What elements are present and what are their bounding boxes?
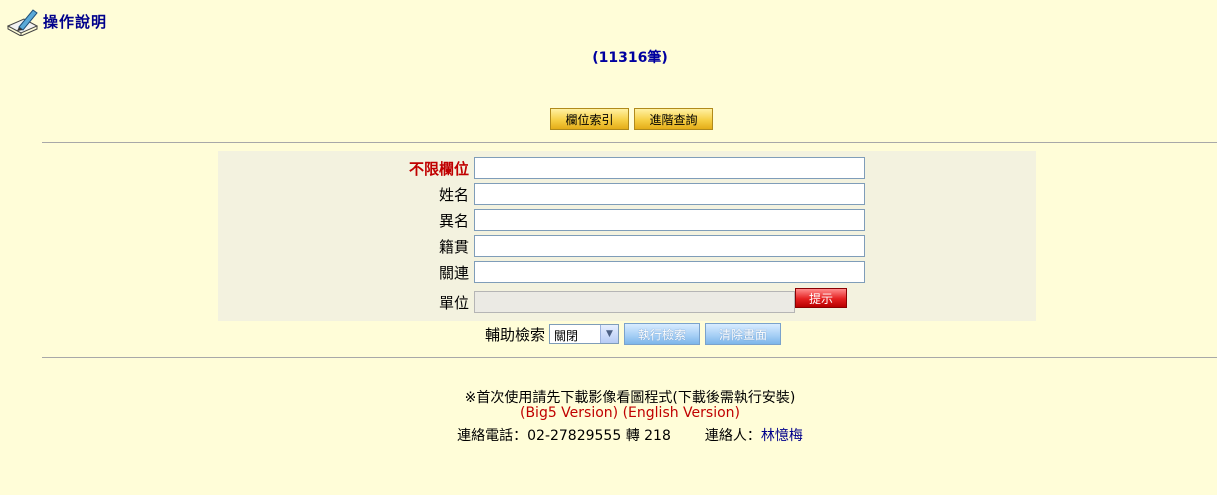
phone-value: 02-27829555 轉 218 [527, 428, 671, 444]
alias-label: 異名 [438, 212, 469, 230]
download-links: (Big5 Version) (English Version) [0, 405, 1217, 421]
field-row-unit: 單位 提示 [218, 288, 1036, 313]
hometown-input[interactable] [474, 235, 865, 257]
unit-label: 單位 [438, 294, 469, 312]
contact-info: 連絡電話：02-27829555 轉 218 連絡人：林憶梅 [0, 425, 1217, 445]
field-row-alias: 異名 [218, 209, 1036, 231]
divider-bottom [42, 357, 1217, 358]
result-count: (11316筆) [592, 50, 668, 66]
advanced-search-button[interactable]: 進階查詢 [634, 108, 713, 130]
contact-name: 林憶梅 [760, 428, 803, 444]
field-row-any: 不限欄位 [218, 157, 1036, 179]
assist-search-selected: 關閉 [554, 329, 579, 343]
hometown-label: 籍貫 [438, 238, 469, 256]
assist-search-select[interactable]: 關閉 ▼ [549, 324, 620, 344]
help-label: 操作說明 [43, 12, 108, 31]
field-row-relation: 關連 [218, 261, 1036, 283]
field-row-hometown: 籍貫 [218, 235, 1036, 257]
search-mode-tabs: 欄位索引 進階查詢 [550, 108, 713, 130]
hint-button[interactable]: 提示 [795, 288, 847, 308]
field-row-name: 姓名 [218, 183, 1036, 205]
english-version-link[interactable]: (English Version) [623, 405, 740, 421]
assist-bar: 輔助檢索 關閉 ▼ 執行檢索 清除畫面 [485, 323, 782, 345]
field-index-button[interactable]: 欄位索引 [550, 108, 629, 130]
alias-input[interactable] [474, 209, 865, 231]
name-label: 姓名 [438, 186, 469, 204]
divider-top [42, 142, 1217, 143]
relation-input[interactable] [474, 261, 865, 283]
phone-label: 連絡電話： [457, 428, 528, 444]
big5-version-link[interactable]: (Big5 Version) [520, 405, 618, 421]
chevron-down-icon: ▼ [600, 325, 619, 343]
pen-book-icon [6, 9, 39, 36]
assist-search-label: 輔助檢索 [485, 325, 546, 344]
execute-search-button[interactable]: 執行檢索 [624, 323, 701, 345]
help-link[interactable]: 操作說明 [6, 6, 107, 36]
download-notice: ※首次使用請先下載影像看圖程式(下載後需執行安裝) [464, 390, 796, 406]
any-field-input[interactable] [474, 157, 865, 179]
name-input[interactable] [474, 183, 865, 205]
clear-screen-button[interactable]: 清除畫面 [705, 323, 782, 345]
relation-label: 關連 [438, 264, 469, 282]
search-form: 不限欄位 姓名 異名 籍貫 關連 單位 提示 [218, 151, 1036, 321]
contact-label: 連絡人： [704, 428, 761, 444]
any-field-label: 不限欄位 [408, 160, 469, 178]
unit-input [474, 291, 795, 313]
